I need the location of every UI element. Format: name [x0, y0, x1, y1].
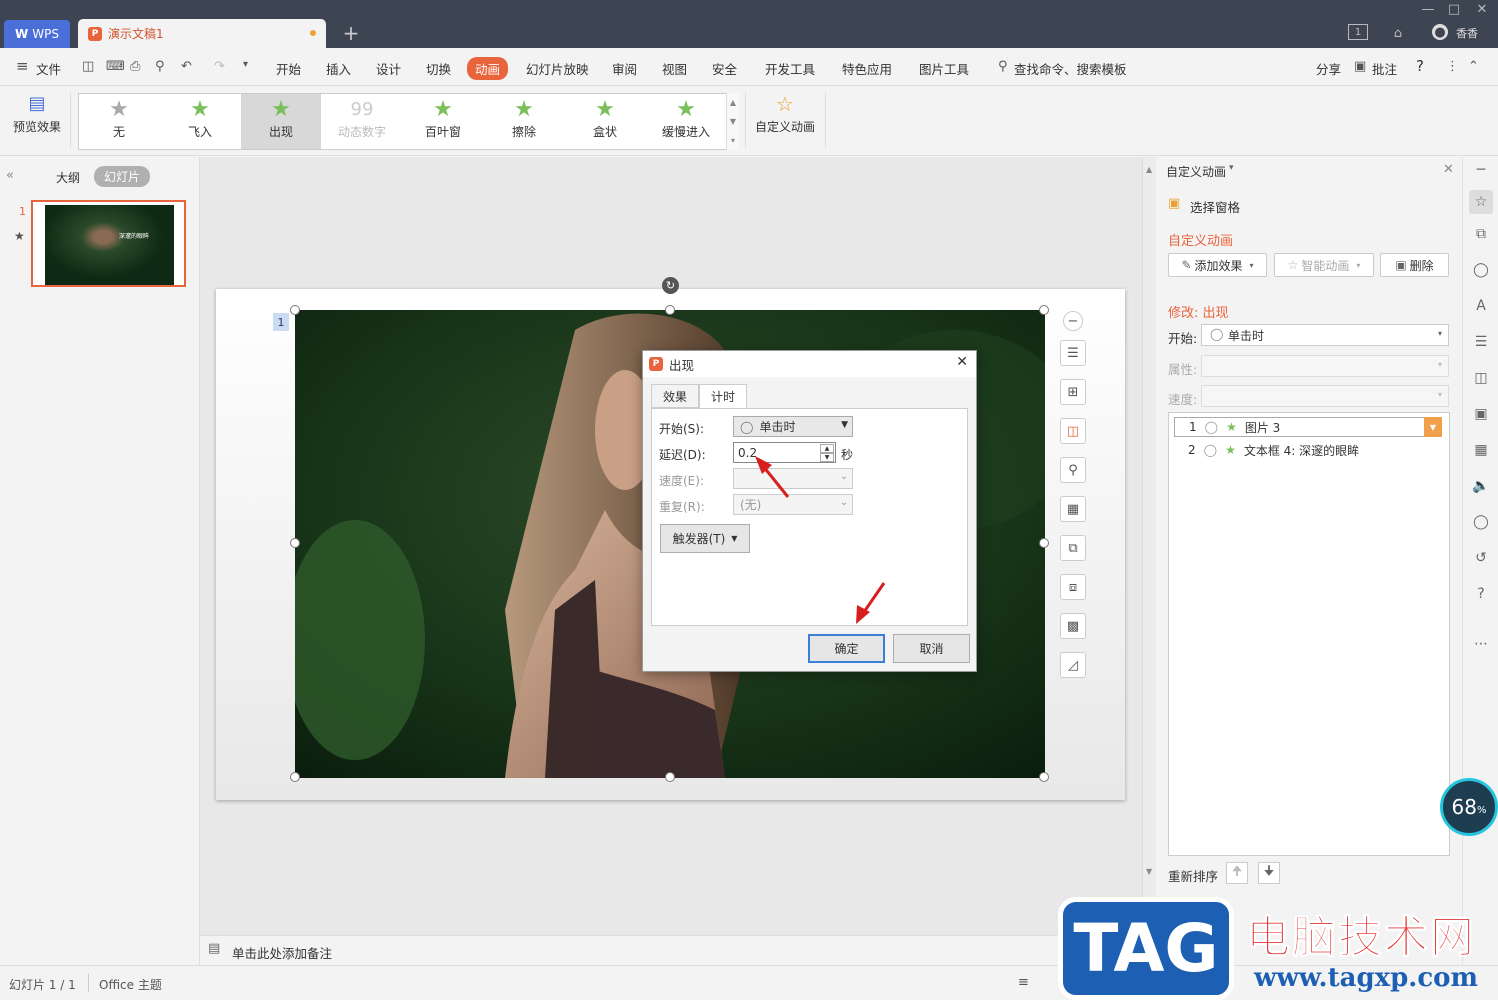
logo-url-text: www.tagxp.com: [1254, 963, 1479, 993]
logo-tag-text: TAG: [1073, 910, 1219, 987]
annotation-arrows: [755, 456, 886, 624]
logo-tag-badge: TAG: [1058, 897, 1234, 1000]
arrow-to-ok: [856, 582, 886, 624]
logo-cn-text: 电脑技术网: [1246, 912, 1476, 964]
arrow-to-delay: [755, 456, 790, 498]
site-watermark: TAG 电脑技术网 www.tagxp.com: [1058, 897, 1498, 1000]
